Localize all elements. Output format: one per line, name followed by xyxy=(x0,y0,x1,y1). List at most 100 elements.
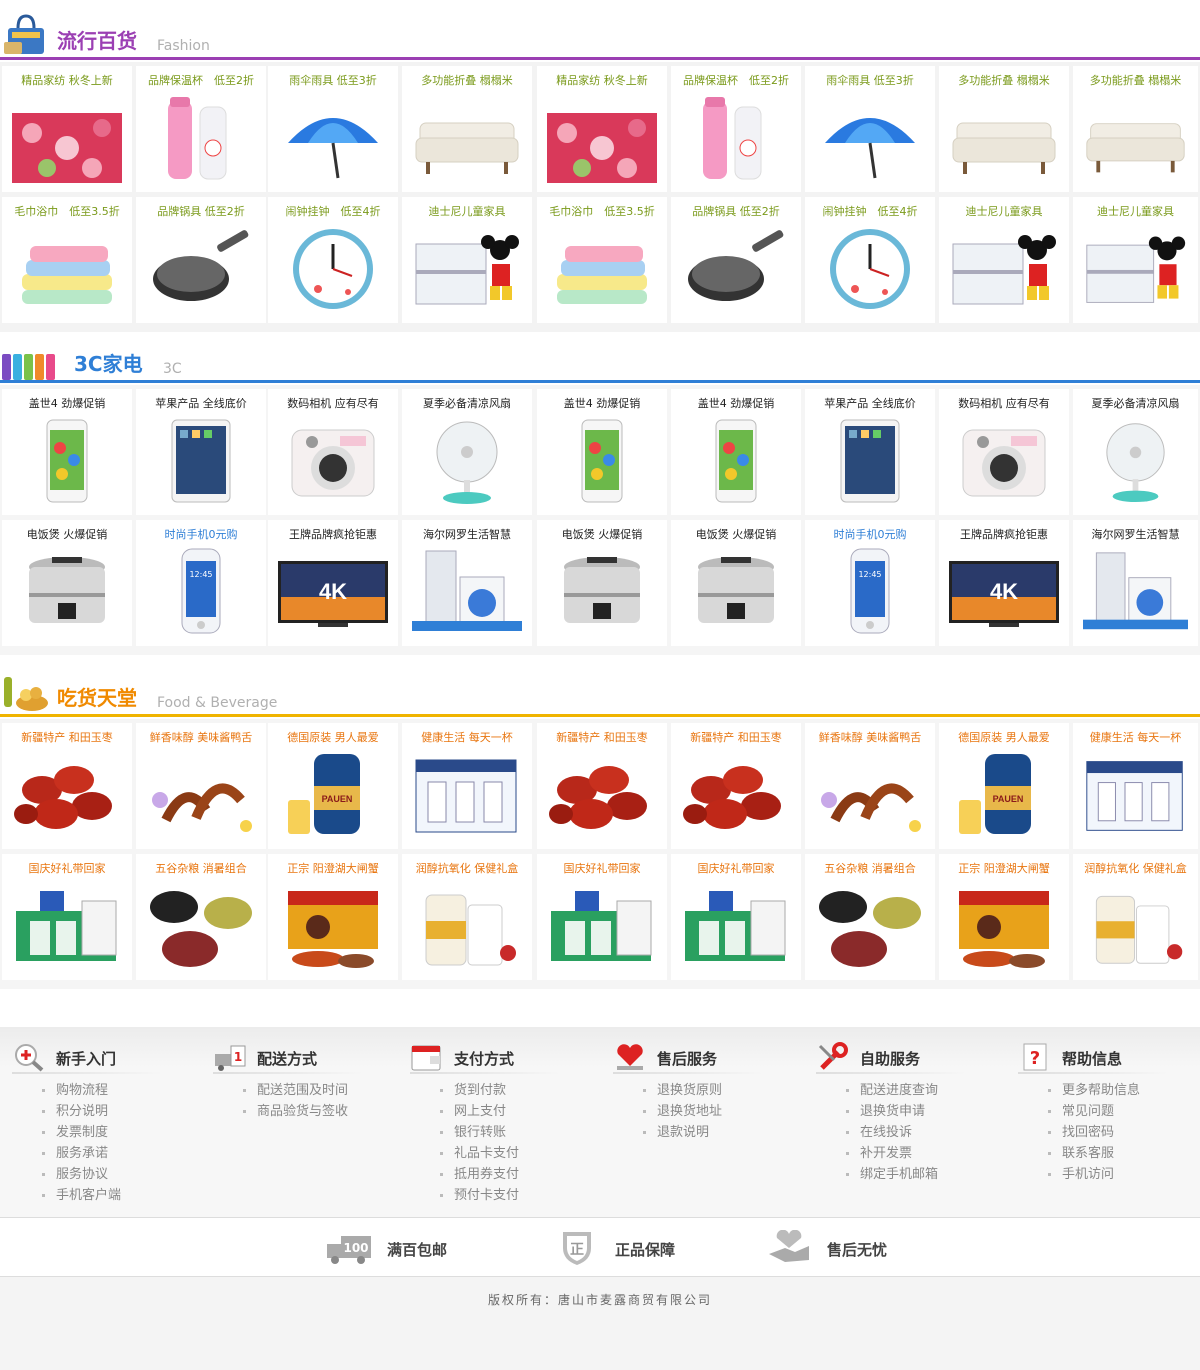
product-label[interactable]: 五谷杂粮 消暑组合 xyxy=(805,860,935,876)
product-tile[interactable]: 鲜香味醇 美味酱鸭舌 xyxy=(805,723,935,849)
dates-image[interactable] xyxy=(547,747,657,843)
help-link[interactable]: 退款说明 xyxy=(643,1122,722,1143)
help-link[interactable]: 积分说明 xyxy=(42,1101,121,1122)
product-label[interactable]: 数码相机 应有尽有 xyxy=(268,395,398,411)
product-tile[interactable]: 苹果产品 全线底价 xyxy=(136,389,266,515)
product-label[interactable]: 毛巾浴巾 低至3.5折 xyxy=(2,203,132,219)
product-tile[interactable]: 时尚手机0元购 12:45 xyxy=(136,520,266,646)
product-label[interactable]: 国庆好礼带回家 xyxy=(671,860,801,876)
product-tile[interactable]: 正宗 阳澄湖大闸蟹 xyxy=(268,854,398,980)
crab-box-image[interactable] xyxy=(278,878,388,974)
product-label[interactable]: 迪士尼儿童家具 xyxy=(1073,203,1198,219)
product-label[interactable]: 迪士尼儿童家具 xyxy=(402,203,532,219)
help-column-title[interactable]: 新手入门 xyxy=(56,1048,116,1069)
product-tile[interactable]: 盖世4 劲爆促销 xyxy=(671,389,801,515)
appliances-image[interactable] xyxy=(412,544,522,640)
tv-4k-image[interactable]: 4K xyxy=(949,544,1059,640)
product-tile[interactable]: 闹钟挂钟 低至4折 xyxy=(805,197,935,323)
help-link[interactable]: 发票制度 xyxy=(42,1122,121,1143)
product-tile[interactable]: 毛巾浴巾 低至3.5折 xyxy=(2,197,132,323)
product-tile[interactable]: 迪士尼儿童家具 xyxy=(1073,197,1198,323)
product-label[interactable]: 电饭煲 火爆促销 xyxy=(2,526,132,542)
sofa-image[interactable] xyxy=(412,90,522,186)
product-label[interactable]: 数码相机 应有尽有 xyxy=(939,395,1069,411)
product-label[interactable]: 苹果产品 全线底价 xyxy=(136,395,266,411)
product-label[interactable]: 德国原装 男人最爱 xyxy=(939,729,1069,745)
product-label[interactable]: 雨伞雨具 低至3折 xyxy=(268,72,398,88)
product-label[interactable]: 国庆好礼带回家 xyxy=(537,860,667,876)
product-tile[interactable]: 海尔网罗生活智慧 xyxy=(1073,520,1198,646)
phone-image[interactable]: 12:45 xyxy=(146,544,256,640)
product-label[interactable]: 新疆特产 和田玉枣 xyxy=(671,729,801,745)
product-label[interactable]: 精品家纺 秋冬上新 xyxy=(2,72,132,88)
product-tile[interactable]: 五谷杂粮 消暑组合 xyxy=(805,854,935,980)
pan-image[interactable] xyxy=(146,221,256,317)
product-label[interactable]: 盖世4 劲爆促销 xyxy=(671,395,801,411)
grains-image[interactable] xyxy=(146,878,256,974)
help-column-title[interactable]: 支付方式 xyxy=(454,1048,514,1069)
smartphone-image[interactable] xyxy=(12,413,122,509)
product-tile[interactable]: 品牌锅具 低至2折 xyxy=(671,197,801,323)
product-tile[interactable]: 正宗 阳澄湖大闸蟹 xyxy=(939,854,1069,980)
product-tile[interactable]: 迪士尼儿童家具 xyxy=(402,197,532,323)
product-tile[interactable]: 毛巾浴巾 低至3.5折 xyxy=(537,197,667,323)
product-tile[interactable]: 品牌保温杯 低至2折 xyxy=(136,66,266,192)
product-label[interactable]: 品牌保温杯 低至2折 xyxy=(136,72,266,88)
help-link[interactable]: 在线投诉 xyxy=(846,1122,938,1143)
kids-bed-image[interactable] xyxy=(412,221,522,317)
product-label[interactable]: 电饭煲 火爆促销 xyxy=(671,526,801,542)
product-label[interactable]: 正宗 阳澄湖大闸蟹 xyxy=(268,860,398,876)
product-tile[interactable]: 数码相机 应有尽有 xyxy=(939,389,1069,515)
product-tile[interactable]: 苹果产品 全线底价 xyxy=(805,389,935,515)
crab-box-image[interactable] xyxy=(949,878,1059,974)
help-column-title[interactable]: 自助服务 xyxy=(860,1048,920,1069)
product-label[interactable]: 海尔网罗生活智慧 xyxy=(402,526,532,542)
help-link[interactable]: 绑定手机邮箱 xyxy=(846,1164,938,1185)
product-tile[interactable]: 鲜香味醇 美味酱鸭舌 xyxy=(136,723,266,849)
sofa-image[interactable] xyxy=(1083,90,1188,186)
help-link[interactable]: 礼品卡支付 xyxy=(440,1143,519,1164)
product-tile[interactable]: 精品家纺 秋冬上新 xyxy=(2,66,132,192)
umbrella-image[interactable] xyxy=(815,90,925,186)
product-label[interactable]: 新疆特产 和田玉枣 xyxy=(537,729,667,745)
milk-box-image[interactable] xyxy=(1083,747,1188,843)
product-label[interactable]: 新疆特产 和田玉枣 xyxy=(2,729,132,745)
help-column-title[interactable]: 售后服务 xyxy=(657,1048,717,1069)
grains-image[interactable] xyxy=(815,878,925,974)
product-tile[interactable]: 国庆好礼带回家 xyxy=(2,854,132,980)
product-label[interactable]: 盖世4 劲爆促销 xyxy=(2,395,132,411)
camera-image[interactable] xyxy=(949,413,1059,509)
product-label[interactable]: 闹钟挂钟 低至4折 xyxy=(805,203,935,219)
bedding-image[interactable] xyxy=(547,90,657,186)
rice-cooker-image[interactable] xyxy=(12,544,122,640)
help-link[interactable]: 手机访问 xyxy=(1048,1164,1140,1185)
towels-image[interactable] xyxy=(12,221,122,317)
help-link[interactable]: 银行转账 xyxy=(440,1122,519,1143)
product-label[interactable]: 国庆好礼带回家 xyxy=(2,860,132,876)
product-label[interactable]: 健康生活 每天一杯 xyxy=(1073,729,1198,745)
smartphone-image[interactable] xyxy=(681,413,791,509)
product-tile[interactable]: 数码相机 应有尽有 xyxy=(268,389,398,515)
product-tile[interactable]: 品牌保温杯 低至2折 xyxy=(671,66,801,192)
camera-image[interactable] xyxy=(278,413,388,509)
product-label[interactable]: 多功能折叠 榻榻米 xyxy=(939,72,1069,88)
help-column-title[interactable]: 帮助信息 xyxy=(1062,1048,1122,1069)
product-tile[interactable]: 王牌品牌疯抢钜惠 4K xyxy=(939,520,1069,646)
product-label[interactable]: 健康生活 每天一杯 xyxy=(402,729,532,745)
help-link[interactable]: 常见问题 xyxy=(1048,1101,1140,1122)
product-label[interactable]: 多功能折叠 榻榻米 xyxy=(1073,72,1198,88)
help-link[interactable]: 抵用券支付 xyxy=(440,1164,519,1185)
umbrella-image[interactable] xyxy=(278,90,388,186)
product-tile[interactable]: 多功能折叠 榻榻米 xyxy=(939,66,1069,192)
product-tile[interactable]: 夏季必备清凉风扇 xyxy=(402,389,532,515)
help-link[interactable]: 服务协议 xyxy=(42,1164,121,1185)
product-tile[interactable]: 雨伞雨具 低至3折 xyxy=(268,66,398,192)
clock-image[interactable] xyxy=(815,221,925,317)
product-label[interactable]: 润醇抗氧化 保健礼盒 xyxy=(1073,860,1198,876)
product-label[interactable]: 五谷杂粮 消暑组合 xyxy=(136,860,266,876)
help-link[interactable]: 网上支付 xyxy=(440,1101,519,1122)
product-tile[interactable]: 健康生活 每天一杯 xyxy=(1073,723,1198,849)
product-label[interactable]: 电饭煲 火爆促销 xyxy=(537,526,667,542)
product-label[interactable]: 夏季必备清凉风扇 xyxy=(1073,395,1198,411)
product-label[interactable]: 夏季必备清凉风扇 xyxy=(402,395,532,411)
